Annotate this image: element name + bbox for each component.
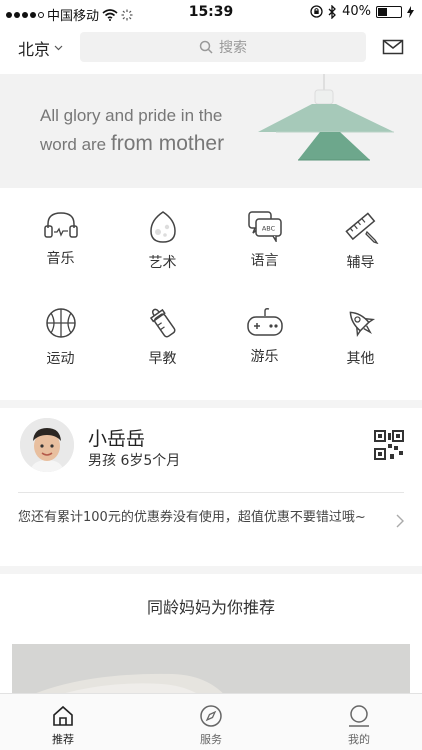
- tab-recommend[interactable]: 推荐: [13, 694, 113, 750]
- section-divider: [0, 566, 422, 574]
- tab-label: 服务: [200, 733, 222, 746]
- category-label: 艺术: [148, 255, 177, 271]
- category-other[interactable]: 其他: [308, 292, 413, 388]
- svg-text:ABC: ABC: [261, 225, 275, 233]
- category-label: 早教: [148, 351, 177, 367]
- category-label: 音乐: [46, 251, 75, 267]
- city-selector[interactable]: 北京: [18, 36, 63, 60]
- charging-bolt-icon: [407, 5, 414, 18]
- category-grid: 音乐 艺术 ABC 语言 辅导 运动 早教 游乐 其他: [0, 196, 422, 396]
- status-right: 40%: [310, 4, 414, 19]
- chevron-right-icon[interactable]: [396, 514, 404, 528]
- section-divider: [0, 400, 422, 408]
- tab-label: 我的: [348, 733, 370, 746]
- avatar[interactable]: [20, 418, 74, 472]
- category-language[interactable]: ABC 语言: [212, 196, 317, 292]
- egg-icon: [149, 211, 176, 243]
- top-bar: 北京 搜索: [0, 28, 422, 68]
- abc-chat-icon: ABC: [247, 211, 282, 242]
- gamepad-icon: [246, 308, 283, 336]
- child-profile-card[interactable]: 小岳岳 男孩 6岁5个月: [0, 408, 422, 488]
- category-art[interactable]: 艺术: [110, 196, 215, 292]
- battery-fill: [378, 7, 387, 16]
- search-input[interactable]: 搜索: [80, 32, 366, 62]
- search-icon: [199, 40, 213, 54]
- category-label: 其他: [346, 351, 375, 367]
- promo-banner[interactable]: All glory and pride in the word are from…: [0, 74, 422, 188]
- bottom-tab-bar: 推荐 服务 我的: [0, 693, 422, 750]
- compass-icon: [200, 705, 222, 727]
- ruler-pencil-icon: [344, 212, 378, 244]
- category-label: 语言: [250, 253, 279, 269]
- tab-mine[interactable]: 我的: [309, 694, 409, 750]
- basketball-icon: [45, 308, 76, 338]
- mail-icon[interactable]: [382, 36, 404, 58]
- category-label: 游乐: [250, 349, 279, 365]
- child-name: 小岳岳: [88, 428, 146, 450]
- category-early-education[interactable]: 早教: [110, 292, 215, 388]
- tab-label: 推荐: [52, 733, 74, 746]
- banner-text-emphasis: from mother: [110, 132, 225, 155]
- bluetooth-icon: [328, 4, 337, 19]
- category-label: 运动: [46, 351, 75, 367]
- qr-code-icon[interactable]: [374, 430, 404, 460]
- recommend-section-title: 同龄妈妈为你推荐: [146, 598, 275, 617]
- tab-services[interactable]: 服务: [161, 694, 261, 750]
- status-bar: 中国移动 15:39 40%: [0, 0, 422, 26]
- category-sports[interactable]: 运动: [8, 292, 113, 388]
- category-label: 辅导: [346, 255, 375, 271]
- user-icon: [349, 705, 369, 727]
- city-label: 北京: [18, 40, 51, 59]
- banner-text-line2: word are from mother: [40, 132, 224, 156]
- battery-icon: [376, 5, 402, 18]
- child-info: 男孩 6岁5个月: [88, 453, 181, 469]
- rocket-icon: [349, 311, 375, 338]
- chevron-down-icon: [54, 45, 63, 51]
- coupon-notice[interactable]: 您还有累计100元的优惠券没有使用，超值优惠不要错过哦~: [18, 508, 380, 528]
- banner-text-prefix: word are: [40, 135, 107, 154]
- child-avatar-image: [20, 418, 74, 472]
- banner-text-line1: All glory and pride in the: [40, 106, 223, 125]
- orientation-lock-icon: [310, 5, 323, 18]
- category-play[interactable]: 游乐: [212, 292, 317, 388]
- category-music[interactable]: 音乐: [8, 196, 113, 292]
- coupon-divider: [18, 492, 404, 493]
- headphones-icon: [43, 212, 78, 238]
- pendant-lamp-image: [258, 74, 394, 161]
- category-tutoring[interactable]: 辅导: [308, 196, 413, 292]
- home-icon: [53, 705, 73, 726]
- baby-bottle-icon: [149, 308, 176, 338]
- battery-percent: 40%: [342, 4, 371, 19]
- search-placeholder: 搜索: [219, 40, 247, 56]
